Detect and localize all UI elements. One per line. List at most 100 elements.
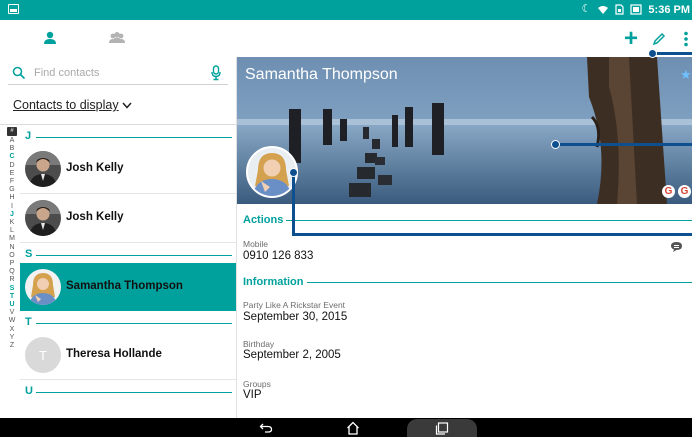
- add-icon: +: [623, 25, 638, 52]
- alpha-index-letter[interactable]: #: [7, 127, 17, 136]
- navigation-bar: [0, 418, 692, 437]
- contact-detail-pane: Samantha Thompson ★ G G Actions Mobile 0…: [237, 57, 692, 418]
- alpha-index-letter[interactable]: G: [6, 186, 18, 194]
- wifi-icon: [598, 5, 609, 14]
- clock: 5:36 PM: [648, 3, 690, 16]
- contact-name: Josh Kelly: [66, 211, 124, 223]
- avatar: [25, 269, 61, 305]
- more-vert-icon: [684, 31, 688, 47]
- event-date: September 30, 2015: [243, 311, 348, 323]
- alphabet-index[interactable]: # A B C D E F G H I J K L M N O P Q R S T U V W X Y Z: [6, 127, 18, 350]
- contact-list-pane: Find contacts Contacts to display # A B C D E…: [0, 57, 236, 418]
- callout-line: [292, 233, 692, 236]
- list-item-selected[interactable]: Samantha Thompson: [20, 263, 236, 311]
- contacts-to-display-dropdown[interactable]: Contacts to display: [13, 98, 132, 112]
- section-letter: T: [25, 316, 32, 328]
- alpha-index-letter[interactable]: J: [6, 211, 18, 219]
- notification-icon: [8, 4, 19, 14]
- edit-button[interactable]: [648, 28, 670, 50]
- alpha-index-letter[interactable]: C: [6, 153, 18, 161]
- alpha-index-letter[interactable]: O: [6, 252, 18, 260]
- groups-value: VIP: [243, 389, 262, 401]
- section-letter: U: [25, 385, 33, 397]
- back-button[interactable]: [255, 419, 277, 436]
- list-item[interactable]: Josh Kelly: [20, 145, 236, 194]
- status-bar: ☾ 5:36 PM: [0, 0, 692, 20]
- alpha-index-letter[interactable]: B: [6, 145, 18, 153]
- chevron-down-icon: [122, 102, 132, 109]
- microphone-icon[interactable]: [211, 65, 221, 81]
- callout-line: [651, 52, 692, 55]
- alpha-index-letter[interactable]: A: [6, 137, 18, 145]
- alpha-index-letter[interactable]: Q: [6, 268, 18, 276]
- callout-dot: [289, 168, 298, 177]
- alpha-index-letter[interactable]: I: [6, 203, 18, 211]
- actions-header: Actions: [243, 214, 692, 226]
- alpha-index-letter[interactable]: D: [6, 162, 18, 170]
- alpha-index-letter[interactable]: E: [6, 170, 18, 178]
- message-icon[interactable]: [670, 241, 683, 253]
- event-label: Party Like A Rickstar Event: [243, 300, 346, 310]
- alpha-index-letter[interactable]: P: [6, 260, 18, 268]
- alpha-index-letter[interactable]: Y: [6, 334, 18, 342]
- alpha-index-letter[interactable]: L: [6, 227, 18, 235]
- recent-apps-button[interactable]: [407, 419, 477, 437]
- alpha-index-letter[interactable]: T: [6, 293, 18, 301]
- alpha-index-letter[interactable]: M: [6, 235, 18, 243]
- information-header: Information: [243, 276, 692, 288]
- contact-name: Josh Kelly: [66, 162, 124, 174]
- person-tab[interactable]: [37, 26, 63, 50]
- contact-display-name: Samantha Thompson: [245, 66, 398, 83]
- alpha-index-letter[interactable]: U: [6, 301, 18, 309]
- alpha-index-letter[interactable]: F: [6, 178, 18, 186]
- google-account-badge: G: [662, 185, 675, 198]
- section-title: Actions: [243, 214, 284, 226]
- section-letter: J: [25, 130, 32, 142]
- search-input[interactable]: Find contacts: [34, 67, 99, 79]
- star-icon[interactable]: ★: [680, 67, 692, 83]
- search-box[interactable]: Find contacts: [8, 63, 228, 85]
- callout-dot: [648, 49, 657, 58]
- groups-tab[interactable]: [104, 26, 130, 50]
- contact-name: Samantha Thompson: [66, 280, 183, 292]
- edit-icon: [652, 32, 666, 46]
- contacts-app: ☾ 5:36 PM + Find contacts Contacts to di…: [0, 0, 692, 437]
- more-options-button[interactable]: [675, 28, 692, 50]
- list-item[interactable]: Josh Kelly: [20, 194, 236, 243]
- alpha-index-letter[interactable]: S: [6, 285, 18, 293]
- section-header-j: J: [20, 125, 236, 145]
- home-icon: [347, 421, 359, 435]
- alpha-index-letter[interactable]: H: [6, 194, 18, 202]
- alpha-index-letter[interactable]: K: [6, 219, 18, 227]
- callout-line: [558, 143, 692, 146]
- section-letter: S: [25, 248, 33, 260]
- mobile-number[interactable]: 0910 126 833: [243, 250, 313, 262]
- cover-photo: Samantha Thompson ★ G G: [237, 57, 692, 204]
- add-contact-button[interactable]: +: [620, 25, 642, 52]
- list-item[interactable]: T Theresa Hollande: [20, 331, 236, 380]
- home-button[interactable]: [343, 419, 363, 436]
- avatar: [25, 151, 61, 187]
- alpha-index-letter[interactable]: Z: [6, 342, 18, 350]
- contacts-to-display-label: Contacts to display: [13, 98, 119, 112]
- google-account-badge: G: [678, 185, 691, 198]
- callout-dot: [551, 140, 560, 149]
- contact-list: J Josh Kelly Josh Kelly S Samantha Thomp…: [20, 125, 236, 418]
- alpha-index-letter[interactable]: R: [6, 276, 18, 284]
- recent-apps-icon: [435, 421, 449, 435]
- avatar: [25, 200, 61, 236]
- avatar: T: [25, 337, 61, 373]
- moon-icon: ☾: [581, 3, 592, 15]
- alpha-index-letter[interactable]: N: [6, 244, 18, 252]
- birthday-label: Birthday: [243, 339, 275, 349]
- birthday-date: September 2, 2005: [243, 349, 341, 361]
- mobile-label: Mobile: [243, 239, 269, 249]
- search-icon: [12, 66, 26, 80]
- alpha-index-letter[interactable]: X: [6, 326, 18, 334]
- alpha-index-letter[interactable]: W: [6, 317, 18, 325]
- avatar-initial: T: [39, 347, 47, 363]
- back-icon: [259, 423, 273, 433]
- section-title: Information: [243, 276, 304, 288]
- section-header-s: S: [20, 243, 236, 263]
- alpha-index-letter[interactable]: V: [6, 309, 18, 317]
